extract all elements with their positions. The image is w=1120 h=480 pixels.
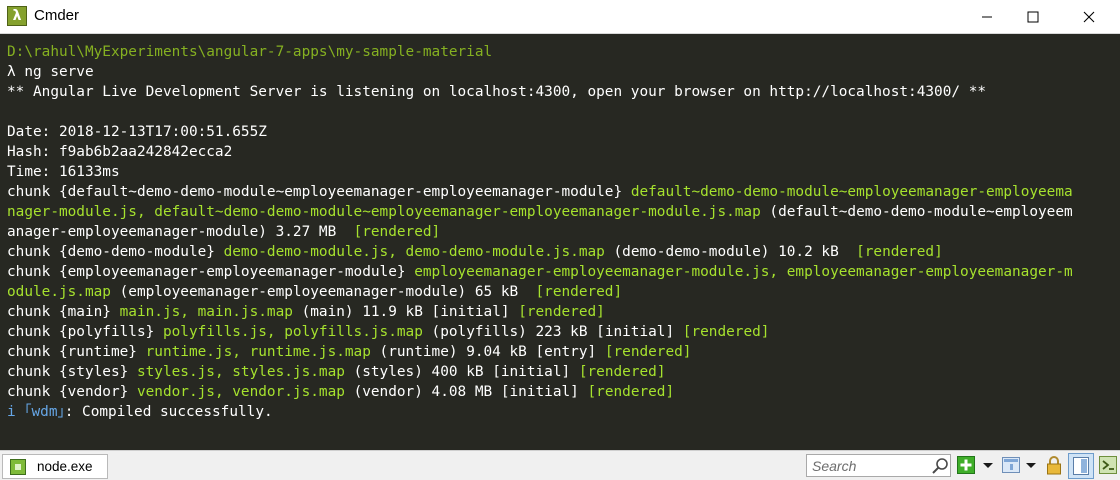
split-view-icon	[1068, 453, 1094, 479]
terminal-text: [rendered]	[578, 364, 666, 380]
search-input[interactable]	[809, 456, 933, 475]
terminal-text: [rendered]	[856, 244, 943, 260]
terminal-text: Time: 16133ms	[7, 164, 120, 180]
minimize-button[interactable]	[964, 0, 1010, 33]
terminal-line: Time: 16133ms	[7, 162, 1073, 182]
terminal-text: [rendered]	[682, 324, 770, 340]
terminal-text: : Compiled successfully.	[64, 404, 273, 420]
terminal-line: chunk {employeemanager-employeemanager-m…	[7, 262, 1073, 282]
terminal-text: (polyfills) 223 kB [initial]	[422, 324, 683, 340]
terminal-text: ｢wdm｣	[24, 404, 65, 420]
terminal-text: Date: 2018-12-13T17:00:51.655Z	[7, 124, 267, 140]
terminal-line: anager-employeemanager-module) 3.27 MB […	[7, 222, 1073, 242]
terminal-text: [rendered]	[518, 304, 605, 320]
search-box[interactable]	[806, 454, 951, 477]
terminal-line: chunk {vendor} vendor.js, vendor.js.map …	[7, 382, 1073, 402]
terminal-text: D:\rahul\MyExperiments\angular-7-apps\my…	[7, 44, 493, 60]
terminal-text: (vendor) 4.08 MB [initial]	[344, 384, 588, 400]
new-console-dropdown[interactable]	[981, 455, 995, 477]
tab-label: node.exe	[37, 459, 93, 474]
console-tab-icon	[10, 459, 26, 475]
terminal-text: chunk {main}	[7, 304, 120, 320]
terminal-line: chunk {main} main.js, main.js.map (main)…	[7, 302, 1073, 322]
terminal-line: Date: 2018-12-13T17:00:51.655Z	[7, 122, 1073, 142]
menu-icon	[1099, 456, 1117, 474]
terminal-text: chunk {polyfills}	[7, 324, 163, 340]
terminal-text: [rendered]	[535, 284, 623, 300]
terminal-text: [rendered]	[587, 384, 675, 400]
terminal-output[interactable]: D:\rahul\MyExperiments\angular-7-apps\my…	[0, 34, 1120, 450]
console-list-icon	[1002, 457, 1020, 473]
console-list-dropdown[interactable]	[1024, 455, 1038, 477]
terminal-text: [rendered]	[353, 224, 441, 240]
terminal-line: chunk {default~demo-demo-module~employee…	[7, 182, 1073, 202]
cmder-lambda-icon[interactable]: λ	[7, 6, 27, 26]
terminal-text: odule.js.map	[7, 284, 111, 300]
terminal-line: Hash: f9ab6b2aa242842ecca2	[7, 142, 1073, 162]
terminal-text: (default~demo-demo-module~employeem	[760, 204, 1073, 220]
terminal-text: chunk {runtime}	[7, 344, 146, 360]
terminal-line: i ｢wdm｣: Compiled successfully.	[7, 402, 1073, 422]
close-button[interactable]	[1066, 0, 1112, 33]
terminal-text: anager-employeemanager-module) 3.27 MB	[7, 224, 354, 240]
cmder-window: λ Cmder D:\rahul\MyExperiments\angular-7…	[0, 0, 1120, 480]
maximize-button[interactable]	[1010, 0, 1056, 33]
console-list-button[interactable]	[1001, 455, 1021, 477]
terminal-text: Hash: f9ab6b2aa242842ecca2	[7, 144, 233, 160]
lock-icon	[1047, 456, 1061, 475]
title-bar[interactable]: λ Cmder	[0, 0, 1120, 34]
terminal-text: (runtime) 9.04 kB [entry]	[370, 344, 605, 360]
terminal-text: i	[7, 404, 25, 420]
close-icon	[1083, 11, 1095, 22]
terminal-text: default~demo-demo-module~employeemanager…	[630, 184, 1073, 200]
terminal-text: vendor.js, vendor.js.map	[136, 384, 345, 400]
new-console-button[interactable]	[956, 455, 976, 477]
split-view-button[interactable]	[1068, 453, 1094, 479]
terminal-text: (main) 11.9 kB [initial]	[292, 304, 519, 320]
terminal-text: runtime.js, runtime.js.map	[145, 344, 371, 360]
terminal-text: chunk {default~demo-demo-module~employee…	[7, 184, 631, 200]
tab-node-exe[interactable]: node.exe	[2, 454, 108, 479]
maximize-icon	[1027, 11, 1039, 22]
terminal-text: λ ng serve	[7, 64, 94, 80]
terminal-text: nager-module.js, default~demo-demo-modul…	[7, 204, 761, 220]
terminal-text: main.js, main.js.map	[119, 304, 293, 320]
status-bar: node.exe	[0, 450, 1120, 480]
terminal-line: ** Angular Live Development Server is li…	[7, 82, 1073, 102]
terminal-text: polyfills.js, polyfills.js.map	[162, 324, 423, 340]
terminal-text: chunk {styles}	[7, 364, 137, 380]
lock-button[interactable]	[1044, 455, 1064, 477]
terminal-line: nager-module.js, default~demo-demo-modul…	[7, 202, 1073, 222]
terminal-line: chunk {runtime} runtime.js, runtime.js.m…	[7, 342, 1073, 362]
terminal-text: [rendered]	[604, 344, 692, 360]
terminal-text: (employeemanager-employeemanager-module)…	[110, 284, 536, 300]
menu-button[interactable]	[1098, 455, 1118, 477]
terminal-text: chunk {vendor}	[7, 384, 137, 400]
terminal-text: (demo-demo-module) 10.2 kB	[604, 244, 857, 260]
terminal-text: demo-demo-module.js, demo-demo-module.js…	[223, 244, 605, 260]
terminal-line: chunk {styles} styles.js, styles.js.map …	[7, 362, 1073, 382]
terminal-text: ** Angular Live Development Server is li…	[7, 84, 987, 100]
dropdown-arrow-icon	[983, 463, 993, 468]
terminal-text: chunk {demo-demo-module}	[7, 244, 224, 260]
terminal-line: odule.js.map (employeemanager-employeema…	[7, 282, 1073, 302]
terminal-line: chunk {polyfills} polyfills.js, polyfill…	[7, 322, 1073, 342]
terminal-text: employeemanager-employeemanager-module.j…	[414, 264, 1073, 280]
minimize-icon	[982, 16, 992, 17]
terminal-line: λ ng serve	[7, 62, 1073, 82]
terminal-lines: D:\rahul\MyExperiments\angular-7-apps\my…	[7, 42, 1073, 422]
terminal-text: (styles) 400 kB [initial]	[344, 364, 579, 380]
window-title: Cmder	[34, 7, 80, 24]
terminal-text: chunk {employeemanager-employeemanager-m…	[7, 264, 415, 280]
dropdown-arrow-icon	[1026, 463, 1036, 468]
search-icon[interactable]	[931, 457, 949, 475]
terminal-line: D:\rahul\MyExperiments\angular-7-apps\my…	[7, 42, 1073, 62]
terminal-line: chunk {demo-demo-module} demo-demo-modul…	[7, 242, 1073, 262]
new-console-icon	[957, 456, 975, 474]
terminal-text: styles.js, styles.js.map	[136, 364, 345, 380]
